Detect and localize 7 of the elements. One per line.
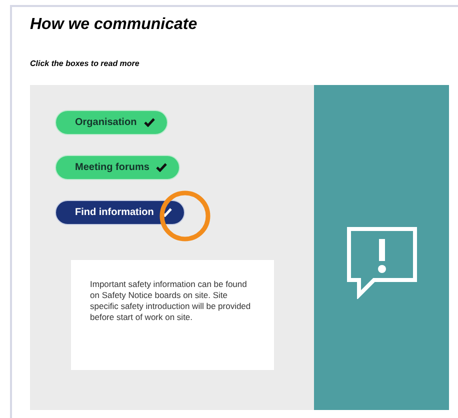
- topic-button[interactable]: Find information: [55, 200, 185, 225]
- page-title: How we communicate: [30, 15, 198, 35]
- instruction-text: Click the boxes to read more: [30, 58, 140, 70]
- info-text: Important safety information can be found on Safety Notice boards on site. Site specific safety introduction will be provided before start of work on site.: [90, 279, 252, 323]
- topic-button[interactable]: Meeting forums: [55, 155, 180, 180]
- alert-speech-bubble-icon: [346, 226, 416, 298]
- topic-button[interactable]: Organisation: [55, 110, 168, 135]
